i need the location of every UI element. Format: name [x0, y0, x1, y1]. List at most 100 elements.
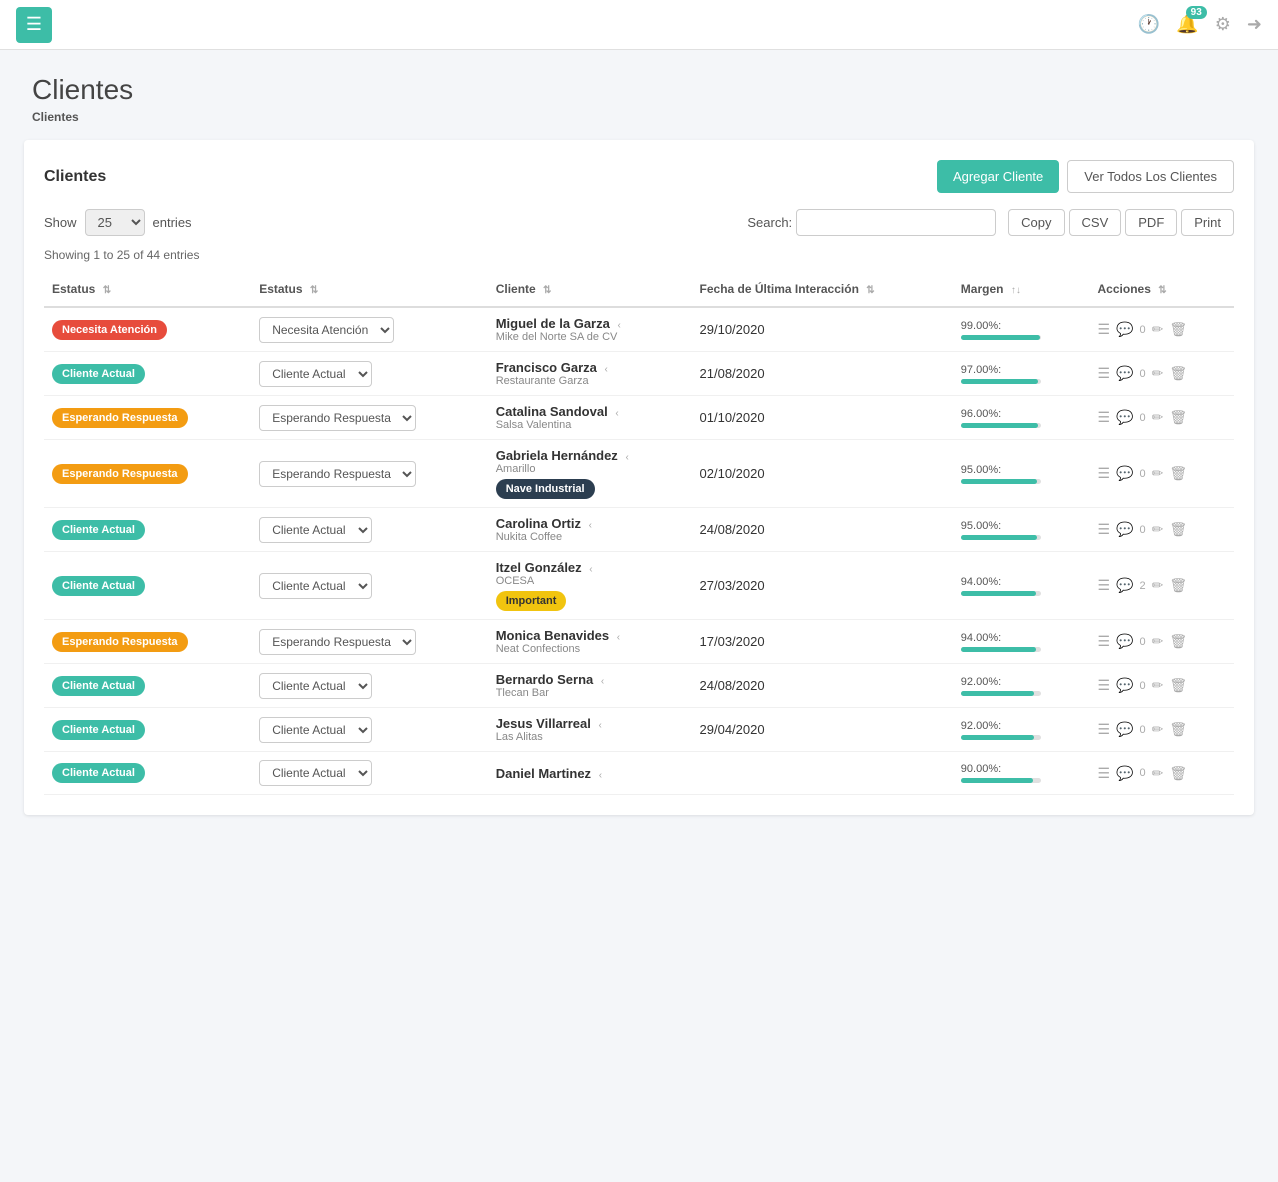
comment-icon[interactable]: 💬 — [1116, 465, 1133, 482]
edit-icon[interactable]: ✏ — [1152, 633, 1164, 650]
edit-icon[interactable]: ✏ — [1152, 465, 1164, 482]
logout-icon[interactable]: ➜ — [1247, 14, 1262, 35]
list-icon[interactable]: ☰ — [1098, 577, 1111, 594]
delete-icon[interactable]: 🗑 — [1169, 633, 1187, 650]
action-icons: ☰ 💬 0 ✏ 🗑 — [1098, 409, 1226, 426]
collapse-icon[interactable]: ‹ — [615, 408, 618, 419]
status-dropdown-col: Cliente Actual — [251, 752, 488, 795]
search-input[interactable] — [796, 209, 996, 236]
delete-icon[interactable]: 🗑 — [1169, 765, 1187, 782]
list-icon[interactable]: ☰ — [1098, 409, 1111, 426]
col-estatus2[interactable]: Estatus ⇅ — [251, 272, 488, 307]
status-dropdown[interactable]: Cliente Actual — [259, 717, 372, 743]
delete-icon[interactable]: 🗑 — [1169, 677, 1187, 694]
col-cliente[interactable]: Cliente ⇅ — [488, 272, 692, 307]
hamburger-button[interactable]: ☰ — [16, 7, 52, 43]
notification-wrapper[interactable]: 🔔 93 — [1176, 14, 1198, 35]
client-company: Las Alitas — [496, 731, 684, 743]
delete-icon[interactable]: 🗑 — [1169, 577, 1187, 594]
date-col — [692, 752, 953, 795]
clientes-table: Estatus ⇅ Estatus ⇅ Cliente ⇅ Fecha de Ú… — [44, 272, 1234, 795]
settings-icon[interactable]: ⚙ — [1215, 14, 1231, 35]
status-dropdown-col: Cliente Actual — [251, 664, 488, 708]
edit-icon[interactable]: ✏ — [1152, 409, 1164, 426]
status-dropdown[interactable]: Cliente Actual — [259, 760, 372, 786]
collapse-icon[interactable]: ‹ — [601, 676, 604, 687]
margin-col: 97.00%: — [953, 352, 1090, 396]
margin-col: 96.00%: — [953, 396, 1090, 440]
collapse-icon[interactable]: ‹ — [599, 770, 602, 781]
delete-icon[interactable]: 🗑 — [1169, 521, 1187, 538]
sort-icon-margen: ↑↓ — [1011, 285, 1021, 296]
delete-icon[interactable]: 🗑 — [1169, 721, 1187, 738]
delete-icon[interactable]: 🗑 — [1169, 409, 1187, 426]
list-icon[interactable]: ☰ — [1098, 633, 1111, 650]
edit-icon[interactable]: ✏ — [1152, 721, 1164, 738]
collapse-icon[interactable]: ‹ — [589, 520, 592, 531]
edit-icon[interactable]: ✏ — [1152, 577, 1164, 594]
comment-count: 0 — [1140, 767, 1146, 779]
list-icon[interactable]: ☰ — [1098, 321, 1111, 338]
comment-icon[interactable]: 💬 — [1116, 633, 1133, 650]
comment-icon[interactable]: 💬 — [1116, 721, 1133, 738]
pdf-button[interactable]: PDF — [1125, 209, 1177, 236]
status-dropdown[interactable]: Esperando Respuesta — [259, 629, 416, 655]
collapse-icon[interactable]: ‹ — [625, 452, 628, 463]
status-dropdown-col: Esperando Respuesta — [251, 396, 488, 440]
list-icon[interactable]: ☰ — [1098, 465, 1111, 482]
list-icon[interactable]: ☰ — [1098, 721, 1111, 738]
col-fecha[interactable]: Fecha de Última Interacción ⇅ — [692, 272, 953, 307]
margin-bar-bg — [961, 335, 1041, 340]
edit-icon[interactable]: ✏ — [1152, 677, 1164, 694]
status-dropdown-col: Cliente Actual — [251, 508, 488, 552]
collapse-icon[interactable]: ‹ — [599, 720, 602, 731]
table-row: Cliente ActualCliente Actual Itzel Gonzá… — [44, 552, 1234, 620]
collapse-icon[interactable]: ‹ — [604, 364, 607, 375]
margin-bar-bg — [961, 735, 1041, 740]
edit-icon[interactable]: ✏ — [1152, 321, 1164, 338]
status-dropdown[interactable]: Cliente Actual — [259, 517, 372, 543]
comment-icon[interactable]: 💬 — [1116, 409, 1133, 426]
list-icon[interactable]: ☰ — [1098, 365, 1111, 382]
margin-label: 95.00%: — [961, 520, 1082, 532]
delete-icon[interactable]: 🗑 — [1169, 321, 1187, 338]
list-icon[interactable]: ☰ — [1098, 677, 1111, 694]
status-dropdown[interactable]: Cliente Actual — [259, 361, 372, 387]
comment-icon[interactable]: 💬 — [1116, 521, 1133, 538]
comment-icon[interactable]: 💬 — [1116, 365, 1133, 382]
margin-col: 92.00%: — [953, 664, 1090, 708]
list-icon[interactable]: ☰ — [1098, 521, 1111, 538]
col-margen[interactable]: Margen ↑↓ — [953, 272, 1090, 307]
status-dropdown[interactable]: Esperando Respuesta — [259, 405, 416, 431]
delete-icon[interactable]: 🗑 — [1169, 365, 1187, 382]
comment-icon[interactable]: 💬 — [1116, 321, 1133, 338]
list-icon[interactable]: ☰ — [1098, 765, 1111, 782]
status-dropdown[interactable]: Cliente Actual — [259, 573, 372, 599]
csv-button[interactable]: CSV — [1069, 209, 1122, 236]
col-estatus1[interactable]: Estatus ⇅ — [44, 272, 251, 307]
comment-icon[interactable]: 💬 — [1116, 677, 1133, 694]
status-dropdown[interactable]: Necesita Atención — [259, 317, 394, 343]
client-col: Bernardo Serna ‹ Tlecan Bar — [488, 664, 692, 708]
margin-col: 90.00%: — [953, 752, 1090, 795]
collapse-icon[interactable]: ‹ — [617, 320, 620, 331]
col-acciones[interactable]: Acciones ⇅ — [1090, 272, 1234, 307]
status-dropdown[interactable]: Cliente Actual — [259, 673, 372, 699]
history-icon[interactable]: 🕐 — [1138, 14, 1160, 35]
margin-label: 92.00%: — [961, 720, 1082, 732]
edit-icon[interactable]: ✏ — [1152, 521, 1164, 538]
status-dropdown[interactable]: Esperando Respuesta — [259, 461, 416, 487]
comment-icon[interactable]: 💬 — [1116, 577, 1133, 594]
comment-icon[interactable]: 💬 — [1116, 765, 1133, 782]
collapse-icon[interactable]: ‹ — [617, 632, 620, 643]
entries-select[interactable]: 25 10 50 100 — [85, 209, 145, 236]
copy-button[interactable]: Copy — [1008, 209, 1064, 236]
ver-todos-button[interactable]: Ver Todos Los Clientes — [1067, 160, 1234, 193]
delete-icon[interactable]: 🗑 — [1169, 465, 1187, 482]
edit-icon[interactable]: ✏ — [1152, 365, 1164, 382]
margin-bar-bg — [961, 423, 1041, 428]
collapse-icon[interactable]: ‹ — [589, 564, 592, 575]
edit-icon[interactable]: ✏ — [1152, 765, 1164, 782]
print-button[interactable]: Print — [1181, 209, 1234, 236]
add-cliente-button[interactable]: Agregar Cliente — [937, 160, 1059, 193]
